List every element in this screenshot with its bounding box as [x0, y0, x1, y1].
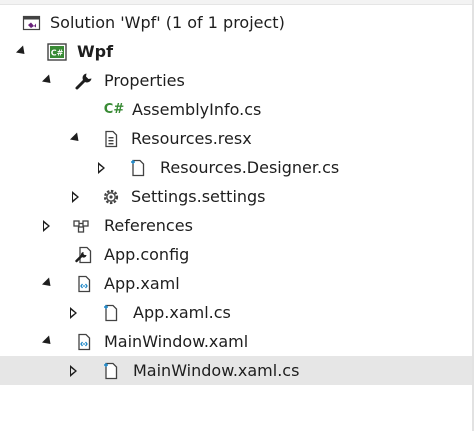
file-icon [101, 361, 121, 381]
expand-arrow-icon[interactable] [94, 153, 108, 182]
tree-row-mainwindow-xaml[interactable]: MainWindow.xaml [0, 327, 472, 356]
resource-file-icon [101, 129, 121, 149]
tree-row-properties[interactable]: Properties [0, 66, 472, 95]
tree-label: Wpf [77, 42, 114, 61]
csharp-file-icon: C# [103, 102, 125, 117]
collapse-arrow-icon[interactable] [40, 269, 55, 298]
tree-row-solution[interactable]: Solution 'Wpf' (1 of 1 project) [0, 8, 472, 37]
tree-row-mainwindow-xaml-cs[interactable]: MainWindow.xaml.cs [0, 356, 472, 385]
tree-row-resources-designer[interactable]: Resources.Designer.cs [0, 153, 472, 182]
wrench-icon [74, 71, 94, 91]
collapse-arrow-icon[interactable] [14, 37, 29, 66]
file-icon [128, 158, 148, 178]
tree-label: App.xaml.cs [133, 303, 231, 322]
tree-row-settings[interactable]: Settings.settings [0, 182, 472, 211]
expand-arrow-icon[interactable] [39, 211, 53, 240]
collapse-arrow-icon[interactable] [40, 327, 55, 356]
xaml-file-icon [74, 332, 94, 352]
references-icon [72, 216, 92, 236]
tree-row-resources-resx[interactable]: Resources.resx [0, 124, 472, 153]
collapse-arrow-icon[interactable] [40, 66, 55, 95]
tree-label: Settings.settings [131, 187, 266, 206]
solution-icon [22, 13, 42, 33]
tree-label: Resources.Designer.cs [160, 158, 340, 177]
xaml-file-icon [74, 274, 94, 294]
gear-icon [101, 187, 121, 207]
tree-label: MainWindow.xaml.cs [133, 361, 300, 380]
tree-row-assemblyinfo[interactable]: C# AssemblyInfo.cs [0, 95, 472, 124]
file-icon [101, 303, 121, 323]
tree-label: App.config [104, 245, 190, 264]
tree-label: AssemblyInfo.cs [132, 100, 262, 119]
tree-label: Resources.resx [131, 129, 252, 148]
tree-label: MainWindow.xaml [104, 332, 249, 351]
tree-row-wpf-project[interactable]: C# Wpf [0, 37, 472, 66]
tree-label: Solution 'Wpf' (1 of 1 project) [50, 13, 285, 32]
solution-explorer-panel: Solution 'Wpf' (1 of 1 project) C# Wpf P… [0, 0, 474, 431]
csharp-project-icon: C# [47, 42, 67, 62]
solution-tree: Solution 'Wpf' (1 of 1 project) C# Wpf P… [0, 8, 472, 385]
tree-row-app-xaml-cs[interactable]: App.xaml.cs [0, 298, 472, 327]
svg-text:C#: C# [51, 49, 64, 58]
expand-arrow-icon[interactable] [66, 356, 80, 385]
collapse-arrow-icon[interactable] [68, 124, 83, 153]
tree-row-app-config[interactable]: App.config [0, 240, 472, 269]
tree-row-references[interactable]: References [0, 211, 472, 240]
expand-arrow-icon[interactable] [66, 298, 80, 327]
config-file-icon [74, 245, 94, 265]
tree-label: References [104, 216, 193, 235]
tree-row-app-xaml[interactable]: App.xaml [0, 269, 472, 298]
expand-arrow-icon[interactable] [68, 182, 82, 211]
tree-label: Properties [104, 71, 185, 90]
tree-label: App.xaml [104, 274, 180, 293]
top-edge [0, 0, 474, 5]
